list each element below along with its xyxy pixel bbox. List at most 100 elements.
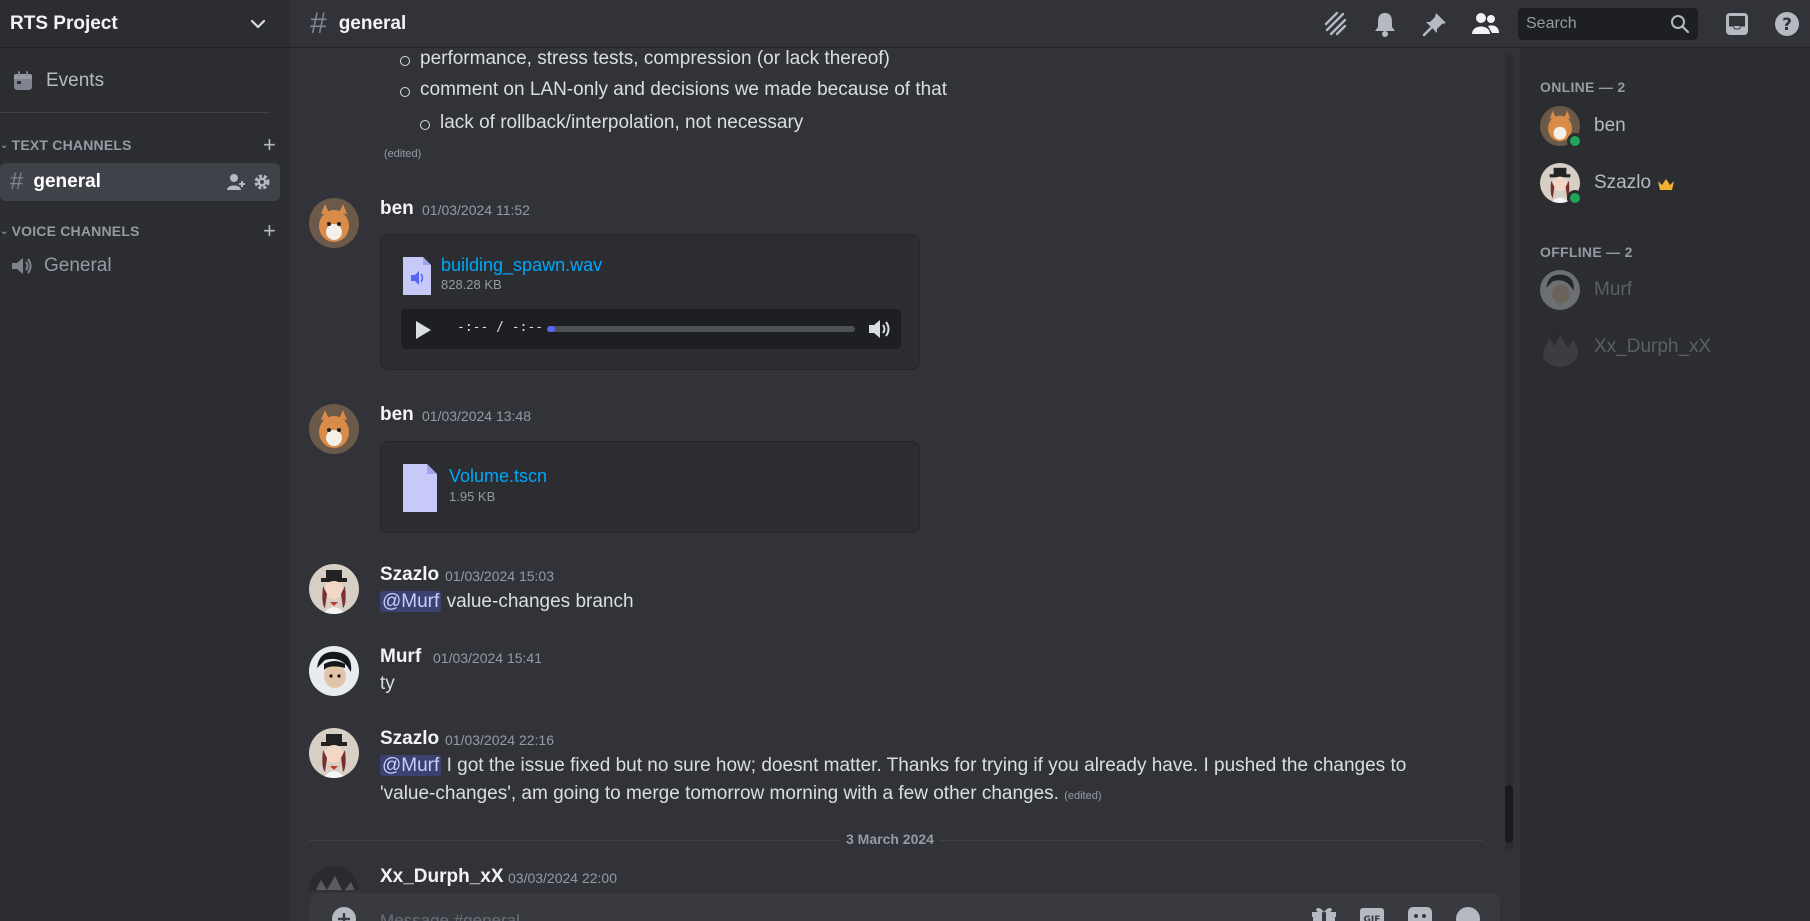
- scrollbar-thumb[interactable]: [1505, 785, 1513, 843]
- author-name[interactable]: Szazlo: [380, 728, 439, 750]
- audio-time: -:-- / -:--: [457, 320, 544, 335]
- avatar[interactable]: [309, 728, 359, 778]
- gift-icon[interactable]: [1310, 905, 1338, 921]
- emoji-icon[interactable]: [1454, 905, 1482, 921]
- member-name: Szazlo: [1594, 172, 1652, 193]
- member-item[interactable]: Szazlo: [1540, 161, 1675, 206]
- online-status-icon: [1567, 190, 1583, 206]
- discord-app: RTS Project Events ⌄ TEXT CHANNELS + # gen…: [0, 0, 1810, 921]
- avatar[interactable]: [309, 198, 359, 248]
- svg-text:GIF: GIF: [1364, 915, 1381, 921]
- channel-sidebar: RTS Project Events ⌄ TEXT CHANNELS + # gen…: [0, 0, 290, 921]
- composer-placeholder: Message #general: [380, 911, 520, 921]
- channel-header: # general Search ?: [290, 0, 1810, 48]
- scrollbar-track[interactable]: [1505, 52, 1513, 852]
- category-label: TEXT CHANNELS: [11, 137, 132, 153]
- avatar: [1540, 106, 1583, 149]
- message: Szazlo 01/03/2024 22:16 @Murf I got the …: [290, 728, 1510, 818]
- member-name: Xx_Durph_xX: [1594, 336, 1712, 357]
- member-item[interactable]: Xx_Durph_xX: [1540, 325, 1711, 369]
- category-voice-channels[interactable]: ⌄ VOICE CHANNELS +: [0, 218, 290, 244]
- search-icon: [1671, 15, 1690, 34]
- channel-label: general: [33, 171, 101, 192]
- attachment-size: 828.28 KB: [441, 277, 502, 292]
- add-attachment-icon[interactable]: [330, 905, 358, 921]
- pin-icon[interactable]: [1418, 7, 1452, 41]
- avatar[interactable]: [309, 564, 359, 614]
- author-name[interactable]: Xx_Durph_xX: [380, 866, 504, 888]
- message-timestamp: 03/03/2024 22:00: [508, 870, 617, 886]
- gif-icon[interactable]: GIF: [1358, 905, 1386, 921]
- audio-progress-bar[interactable]: [547, 326, 855, 332]
- member-item[interactable]: Murf: [1540, 268, 1632, 312]
- user-mention[interactable]: @Murf: [380, 591, 442, 612]
- voice-channel-general[interactable]: General: [0, 247, 280, 285]
- chevron-down-icon: [250, 19, 266, 29]
- sticker-icon[interactable]: [1406, 905, 1434, 921]
- invite-icon[interactable]: [226, 172, 246, 192]
- author-name[interactable]: Murf: [380, 646, 421, 668]
- message-text-line1: I got the issue fixed but no sure how; d…: [446, 755, 1407, 776]
- avatar: [1540, 270, 1580, 310]
- audio-player: -:-- / -:--: [401, 309, 901, 349]
- events-item[interactable]: Events: [0, 56, 290, 106]
- category-label: VOICE CHANNELS: [11, 223, 140, 239]
- message: Murf 01/03/2024 15:41 ty: [290, 646, 1510, 716]
- message-composer[interactable]: Message #general GIF: [310, 893, 1500, 921]
- threads-icon[interactable]: [1318, 7, 1352, 41]
- author-name[interactable]: ben: [380, 198, 414, 220]
- document-icon: [403, 464, 437, 512]
- channel-item-general[interactable]: # general: [0, 163, 280, 201]
- caret-down-icon: ⌄: [0, 225, 9, 237]
- gear-icon[interactable]: [252, 172, 272, 192]
- member-name: ben: [1594, 115, 1626, 136]
- message-timestamp: 01/03/2024 15:03: [445, 568, 554, 584]
- date-divider-label: 3 March 2024: [840, 831, 940, 847]
- list-item: performance, stress tests, compression (…: [400, 48, 890, 69]
- avatar: [1540, 163, 1583, 206]
- message-text: ty: [380, 673, 395, 694]
- edited-label: (edited): [384, 148, 422, 160]
- search-input[interactable]: Search: [1518, 8, 1698, 40]
- attachment-filename[interactable]: Volume.tscn: [449, 466, 547, 487]
- help-icon[interactable]: ?: [1770, 7, 1804, 41]
- member-item[interactable]: ben: [1540, 104, 1626, 149]
- svg-text:?: ?: [1782, 15, 1792, 35]
- hashtag-icon: #: [10, 168, 24, 195]
- search-placeholder: Search: [1526, 15, 1577, 32]
- play-icon[interactable]: [413, 319, 433, 341]
- add-channel-icon[interactable]: +: [263, 218, 276, 244]
- list-item: comment on LAN-only and decisions we mad…: [399, 79, 948, 100]
- calendar-icon: [14, 71, 32, 90]
- avatar[interactable]: [309, 866, 359, 890]
- online-header: ONLINE — 2: [1540, 79, 1626, 95]
- attachment-filename[interactable]: building_spawn.wav: [441, 255, 602, 276]
- member-list-icon[interactable]: [1468, 7, 1502, 41]
- user-mention[interactable]: @Murf: [380, 755, 442, 776]
- attachment-size: 1.95 KB: [449, 489, 496, 504]
- category-text-channels[interactable]: ⌄ TEXT CHANNELS +: [0, 132, 290, 158]
- bell-icon[interactable]: [1368, 7, 1402, 41]
- caret-down-icon: ⌄: [0, 139, 9, 151]
- message-timestamp: 01/03/2024 13:48: [422, 408, 531, 424]
- inbox-icon[interactable]: [1720, 7, 1754, 41]
- server-header[interactable]: RTS Project: [0, 0, 290, 48]
- avatar[interactable]: [309, 646, 359, 696]
- volume-icon[interactable]: [867, 317, 893, 341]
- server-name: RTS Project: [10, 12, 118, 34]
- message-timestamp: 01/03/2024 11:52: [422, 202, 530, 218]
- author-name[interactable]: Szazlo: [380, 564, 439, 586]
- avatar[interactable]: [309, 404, 359, 454]
- add-channel-icon[interactable]: +: [263, 132, 276, 158]
- edited-label: (edited): [1064, 790, 1102, 802]
- message-timestamp: 01/03/2024 22:16: [445, 732, 554, 748]
- avatar: [1540, 327, 1580, 367]
- member-list: ONLINE — 2 ben Szazlo OFFLINE — 2 Murf X…: [1520, 48, 1810, 921]
- author-name[interactable]: ben: [380, 404, 414, 426]
- crown-icon: [1658, 179, 1675, 190]
- message: Szazlo 01/03/2024 15:03 @Murf value-chan…: [290, 564, 1510, 634]
- message-list: performance, stress tests, compression (…: [290, 48, 1510, 890]
- message-text: value-changes branch: [446, 591, 634, 612]
- member-name: Murf: [1594, 279, 1632, 300]
- offline-header: OFFLINE — 2: [1540, 244, 1633, 260]
